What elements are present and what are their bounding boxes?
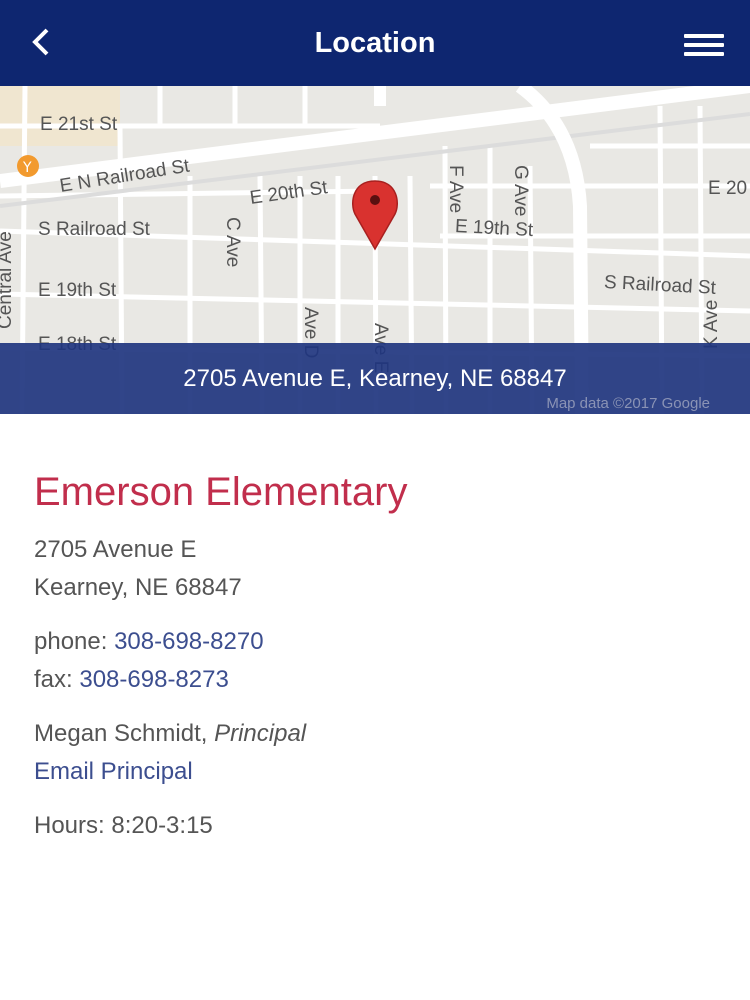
top-bar: Location	[0, 0, 750, 86]
phone-link[interactable]: 308-698-8270	[114, 628, 263, 655]
street-label-e-20-right: E 20	[708, 178, 748, 199]
street-label-s-railroad-left: S Railroad St	[38, 219, 150, 240]
principal-row: Megan Schmidt, Principal	[34, 715, 724, 753]
address-line-2: Kearney, NE 68847	[34, 574, 242, 601]
street-label-central-ave: Central Ave	[0, 231, 16, 329]
location-details: Emerson Elementary 2705 Avenue E Kearney…	[34, 470, 724, 845]
fax-label: fax:	[34, 666, 80, 693]
address-line-1: 2705 Avenue E	[34, 536, 197, 563]
street-label-g-ave: G Ave	[510, 165, 531, 217]
principal-role: Principal	[214, 720, 307, 747]
street-label-f-ave: F Ave	[445, 165, 466, 214]
phone-label: phone:	[34, 628, 115, 655]
map-credit: Map data ©2017 Google	[546, 395, 710, 412]
street-label-k-ave: K Ave	[701, 299, 722, 349]
street-label-c-ave: C Ave	[222, 217, 243, 268]
street-label-e-19th-right: E 19th St	[454, 216, 534, 242]
back-button[interactable]	[20, 22, 60, 62]
principal-name: Megan Schmidt,	[34, 720, 215, 747]
phone-row: phone: 308-698-8270	[34, 623, 724, 661]
chevron-left-icon	[32, 28, 49, 56]
map-view[interactable]: Y E 21st St E N Railroad St E 20th St E …	[0, 86, 750, 414]
school-name: Emerson Elementary	[34, 470, 408, 514]
menu-button[interactable]	[680, 26, 728, 62]
hours: Hours: 8:20-3:15	[34, 812, 213, 839]
map-marker-icon	[352, 180, 398, 251]
hamburger-icon	[684, 34, 724, 38]
fax-link[interactable]: 308-698-8273	[79, 666, 228, 693]
street-label-e-19th-left: E 19th St	[38, 280, 117, 301]
email-principal-link[interactable]: Email Principal	[34, 758, 193, 785]
street-label-e-21st: E 21st St	[40, 114, 118, 135]
fax-row: fax: 308-698-8273	[34, 661, 724, 699]
svg-text:Y: Y	[22, 160, 32, 176]
page-title: Location	[314, 27, 436, 59]
